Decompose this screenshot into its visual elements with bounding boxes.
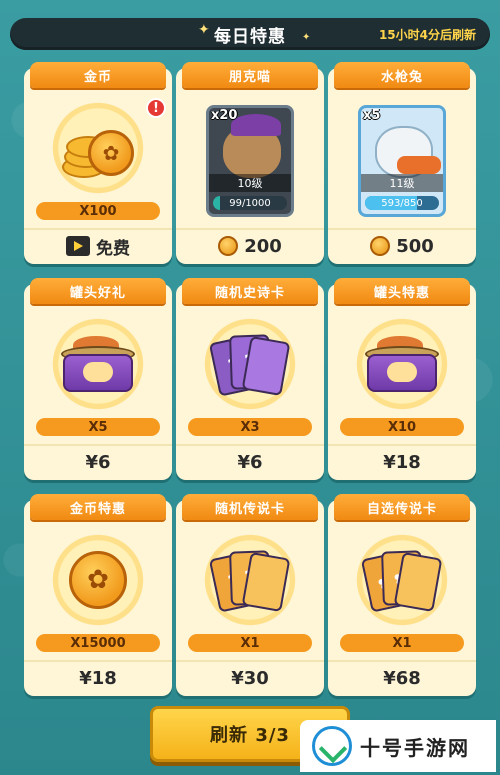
price-button[interactable]: 500 <box>328 228 476 262</box>
hero-progress-text: 99/1000 <box>229 197 271 209</box>
price-label: ¥6 <box>85 451 111 473</box>
quantity-label: X3 <box>188 418 312 436</box>
card-title: 随机史诗卡 <box>182 278 318 304</box>
price-button[interactable]: ¥18 <box>24 660 172 694</box>
shop-card-punk-cat[interactable]: 朋克喵 x20 10级 99/1000 200 <box>176 62 324 264</box>
header-bar: ✦ 每日特惠 ✦ 15小时4分后刷新 <box>10 18 490 50</box>
card-title: 自选传说卡 <box>334 494 470 520</box>
hero-portrait: x20 10级 99/1000 <box>186 96 314 226</box>
hero-progress-text: 593/850 <box>381 197 423 209</box>
price-button[interactable]: ¥30 <box>176 660 324 694</box>
quantity-label: X100 <box>36 202 160 220</box>
card-title: 朋克喵 <box>182 62 318 88</box>
shop-card-water-rabbit[interactable]: 水枪兔 x5 11级 593/850 500 <box>328 62 476 264</box>
price-label: 200 <box>244 235 282 257</box>
big-coin-icon: ✿ <box>34 526 162 634</box>
card-title: 金币 <box>30 62 166 88</box>
video-icon <box>66 236 90 256</box>
quantity-label: X1 <box>188 634 312 652</box>
hero-level: 10级 <box>209 174 291 192</box>
sparkle-icon: ✦ <box>302 32 311 43</box>
price-button[interactable]: ¥68 <box>328 660 476 694</box>
paw-cards-icon: ✿ ✿ <box>338 526 466 634</box>
card-title: 罐头好礼 <box>30 278 166 304</box>
price-label: ¥30 <box>231 667 269 689</box>
watermark-text: 十号手游网 <box>360 735 470 760</box>
card-title: 金币特惠 <box>30 494 166 520</box>
price-button[interactable]: ¥6 <box>24 444 172 478</box>
quantity-label: X5 <box>36 418 160 436</box>
price-label: 免费 <box>96 238 130 259</box>
quantity-label: X1 <box>340 634 464 652</box>
site-watermark: 十号手游网 <box>300 720 496 772</box>
quantity-label: X15000 <box>36 634 160 652</box>
price-label: ¥6 <box>237 451 263 473</box>
price-button[interactable]: 200 <box>176 228 324 262</box>
refresh-timer: 15小时4分后刷新 <box>378 28 476 42</box>
price-label: ¥68 <box>383 667 421 689</box>
epic-cards-icon: ? ? <box>186 310 314 418</box>
shop-card-select-legend[interactable]: 自选传说卡 ✿ ✿ X1 ¥68 <box>328 494 476 696</box>
hero-count: x5 <box>363 108 381 123</box>
hero-count: x20 <box>211 108 238 123</box>
price-label: ¥18 <box>383 451 421 473</box>
coin-icon <box>370 236 391 256</box>
hero-progress-bar: 99/1000 <box>213 196 287 210</box>
hero-level: 11级 <box>361 174 443 192</box>
shop-card-gold[interactable]: 金币 ! ✿ X100 免费 <box>24 62 172 264</box>
can-icon <box>338 310 466 418</box>
shop-card-legend-cards[interactable]: 随机传说卡 ? ? X1 ¥30 <box>176 494 324 696</box>
can-icon <box>34 310 162 418</box>
card-title: 随机传说卡 <box>182 494 318 520</box>
shop-card-epic-cards[interactable]: 随机史诗卡 ? ? X3 ¥6 <box>176 278 324 480</box>
shop-card-can-gift[interactable]: 罐头好礼 X5 ¥6 <box>24 278 172 480</box>
price-button[interactable]: ¥6 <box>176 444 324 478</box>
coin-stack-icon: ✿ <box>34 94 162 202</box>
price-label: ¥18 <box>79 667 117 689</box>
hero-progress-bar: 593/850 <box>365 196 439 210</box>
card-title: 水枪兔 <box>334 62 470 88</box>
hero-portrait: x5 11级 593/850 <box>338 96 466 226</box>
price-label: 500 <box>396 235 434 257</box>
legend-cards-icon: ? ? <box>186 526 314 634</box>
card-title: 罐头特惠 <box>334 278 470 304</box>
site-logo-icon <box>312 726 352 766</box>
quantity-label: X10 <box>340 418 464 436</box>
price-button[interactable]: ¥18 <box>328 444 476 478</box>
shop-card-can-deal[interactable]: 罐头特惠 X10 ¥18 <box>328 278 476 480</box>
price-free-button[interactable]: 免费 <box>24 228 172 262</box>
coin-icon <box>218 236 239 256</box>
hero-frame: x5 11级 593/850 <box>358 105 446 217</box>
shop-card-gold-deal[interactable]: 金币特惠 ✿ X15000 ¥18 <box>24 494 172 696</box>
hero-frame: x20 10级 99/1000 <box>206 105 294 217</box>
